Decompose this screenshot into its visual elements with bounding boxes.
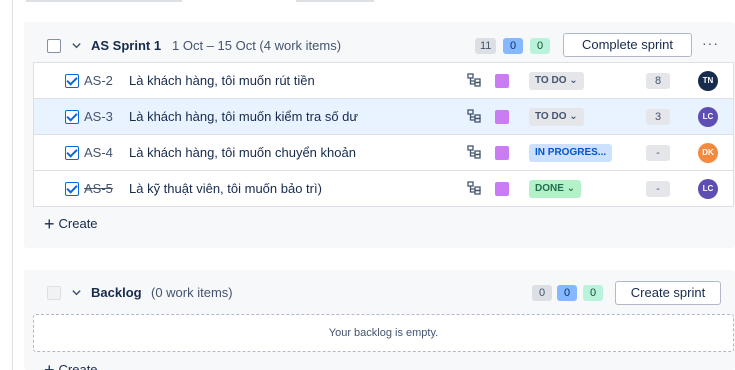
story-points-badge[interactable]: 8 [646,73,670,89]
status-dropdown[interactable]: DONE ⌄ [529,180,582,198]
checkbox-checked-icon[interactable] [65,146,79,160]
create-sprint-button[interactable]: Create sprint [615,281,721,305]
status-label: DONE [535,183,564,194]
work-item-summary[interactable]: Là khách hàng, tôi muốn chuyển khoản [129,145,356,160]
checkbox-checked-icon[interactable] [65,74,79,88]
left-divider [12,0,13,370]
chevron-down-icon: ⌄ [566,183,576,194]
backlog-item-count: (0 work items) [151,285,233,300]
chevron-down-icon[interactable] [71,40,82,54]
backlog-empty-dropzone: Your backlog is empty. [33,314,734,352]
status-dropdown[interactable]: TO DO ⌄ [529,72,584,90]
more-actions-icon[interactable]: ··· [702,35,719,51]
count-in-progress-badge: 0 [503,38,523,54]
epic-color-swatch [495,74,509,88]
backlog-select-checkbox[interactable] [47,286,61,300]
status-dropdown[interactable]: IN PROGRES... [529,144,613,162]
count-todo-badge: 0 [532,285,552,301]
story-points-badge[interactable]: - [646,145,670,161]
assignee-avatar[interactable]: TN [698,71,718,91]
work-item-summary[interactable]: Là khách hàng, tôi muốn kiểm tra số dư [129,109,358,124]
plus-icon: + [44,360,55,370]
work-item-row[interactable]: AS-4 Là khách hàng, tôi muốn chuyển khoả… [34,135,733,171]
status-label: IN PROGRES... [535,147,607,158]
count-done-badge: 0 [583,285,603,301]
status-dropdown[interactable]: TO DO ⌄ [529,108,584,126]
sprint-work-items: AS-2 Là khách hàng, tôi muốn rút tiền TO… [33,62,734,207]
sprint-dates: 1 Oct – 15 Oct (4 work items) [172,38,342,53]
work-item-key[interactable]: AS-4 [84,145,113,160]
backlog-create-button[interactable]: + Create [44,360,98,370]
child-issues-icon[interactable] [467,109,481,123]
sprint-name[interactable]: AS Sprint 1 [91,38,161,53]
previous-section-divider [296,0,374,2]
work-item-row[interactable]: AS-3 Là khách hàng, tôi muốn kiểm tra số… [34,99,733,135]
assignee-avatar[interactable]: LC [698,179,718,199]
epic-color-swatch [495,146,509,160]
work-item-row[interactable]: AS-2 Là khách hàng, tôi muốn rút tiền TO… [34,63,733,99]
count-in-progress-badge: 0 [557,285,577,301]
previous-section-divider [26,0,182,2]
sprint-select-checkbox[interactable] [47,39,61,53]
child-issues-icon[interactable] [467,73,481,87]
work-item-summary[interactable]: Là khách hàng, tôi muốn rút tiền [129,73,315,88]
story-points-badge[interactable]: - [646,181,670,197]
work-item-key[interactable]: AS-2 [84,73,113,88]
epic-color-swatch [495,110,509,124]
chevron-down-icon[interactable] [71,287,82,301]
checkbox-checked-icon[interactable] [65,110,79,124]
create-label: Create [58,362,98,370]
backlog-name[interactable]: Backlog [91,285,142,300]
child-issues-icon[interactable] [467,181,481,195]
status-label: TO DO [535,75,567,86]
chevron-down-icon: ⌄ [569,75,578,86]
plus-icon: + [44,214,55,234]
epic-color-swatch [495,182,509,196]
count-done-badge: 0 [530,38,550,54]
status-label: TO DO [535,111,567,122]
work-item-key[interactable]: AS-3 [84,109,113,124]
work-item-row[interactable]: AS-5 Là kỹ thuật viên, tôi muốn bảo trì)… [34,171,733,207]
work-item-summary[interactable]: Là kỹ thuật viên, tôi muốn bảo trì) [129,181,322,196]
count-todo-badge: 11 [475,38,497,54]
sprint-create-button[interactable]: + Create [44,214,98,235]
create-label: Create [58,216,98,231]
chevron-down-icon: ⌄ [569,111,578,122]
child-issues-icon[interactable] [467,145,481,159]
complete-sprint-button[interactable]: Complete sprint [563,33,692,57]
assignee-avatar[interactable]: LC [698,107,718,127]
work-item-key[interactable]: AS-5 [84,181,113,196]
story-points-badge[interactable]: 3 [646,109,670,125]
checkbox-checked-icon[interactable] [65,182,79,196]
assignee-avatar[interactable]: DK [698,143,718,163]
